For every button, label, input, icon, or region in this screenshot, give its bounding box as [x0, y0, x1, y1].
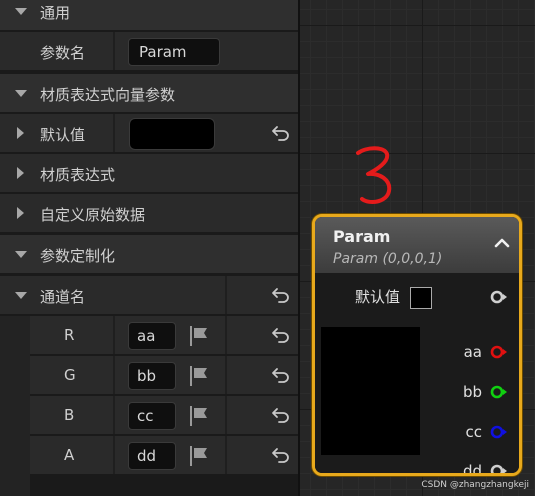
- default-value-pin-label: 默认值: [355, 288, 401, 306]
- channel-label: R: [64, 326, 75, 344]
- channel-row-r: R aa: [30, 316, 298, 356]
- category-vector-parameter[interactable]: 材质表达式向量参数: [0, 74, 298, 114]
- expand-triangle-icon[interactable]: [17, 167, 24, 179]
- channel-name-input[interactable]: cc: [128, 402, 176, 430]
- output-pin-a-icon[interactable]: [490, 463, 508, 476]
- column-divider[interactable]: [225, 276, 227, 314]
- category-label: 材质表达式: [40, 166, 116, 184]
- vector-parameter-node[interactable]: Param Param (0,0,0,1) 默认值 aa bb cc dd: [312, 214, 522, 476]
- node-title: Param: [333, 227, 391, 246]
- column-divider[interactable]: [225, 396, 227, 434]
- category-parameter-customization[interactable]: 参数定制化: [0, 235, 298, 275]
- output-label: dd: [462, 462, 482, 476]
- channel-name-input[interactable]: bb: [128, 362, 176, 390]
- reset-to-default-icon[interactable]: [271, 367, 291, 383]
- category-custom-primitive-data[interactable]: 自定义原始数据: [0, 194, 298, 234]
- reset-to-default-icon[interactable]: [271, 447, 291, 463]
- handwritten-annotation: [356, 146, 392, 205]
- collapse-triangle-icon[interactable]: [15, 251, 27, 258]
- reset-to-default-icon[interactable]: [271, 407, 291, 423]
- details-panel: 通用 参数名 Param 材质表达式向量参数 默认值 材质表达式 自定义原始数据…: [0, 0, 300, 496]
- reset-to-default-icon[interactable]: [271, 125, 291, 141]
- category-general[interactable]: 通用: [0, 0, 298, 32]
- column-divider[interactable]: [113, 32, 115, 70]
- param-name-input[interactable]: Param: [128, 38, 220, 66]
- node-body: 默认值 aa bb cc dd: [315, 273, 519, 473]
- category-label: 自定义原始数据: [40, 206, 146, 224]
- output-label: bb: [462, 383, 482, 401]
- channel-name-input[interactable]: dd: [128, 442, 176, 470]
- watermark-text: CSDN @zhangzhangkeji: [421, 480, 529, 490]
- column-divider[interactable]: [113, 114, 115, 152]
- reset-to-default-icon[interactable]: [271, 287, 291, 303]
- node-subtitle: Param (0,0,0,1): [333, 251, 443, 267]
- category-material-expression[interactable]: 材质表达式: [0, 154, 298, 194]
- node-preview-thumbnail: [321, 327, 420, 455]
- param-name-row: 参数名 Param: [0, 32, 298, 72]
- column-divider[interactable]: [225, 436, 227, 474]
- expand-triangle-icon[interactable]: [17, 127, 24, 139]
- output-pin-b-icon[interactable]: [490, 424, 508, 440]
- column-divider[interactable]: [113, 356, 115, 394]
- override-flag-icon[interactable]: [188, 445, 210, 467]
- output-label: aa: [463, 343, 482, 361]
- channel-row-b: B cc: [30, 396, 298, 436]
- collapse-chevron-icon[interactable]: [494, 235, 510, 251]
- param-name-label: 参数名: [40, 44, 86, 62]
- expand-triangle-icon[interactable]: [17, 207, 24, 219]
- channel-label: B: [64, 406, 75, 424]
- collapse-triangle-icon[interactable]: [15, 90, 27, 97]
- output-label: cc: [465, 423, 483, 441]
- output-pin-rgba-icon[interactable]: [490, 289, 508, 305]
- category-label: 材质表达式向量参数: [40, 86, 176, 104]
- default-value-label: 默认值: [40, 126, 86, 144]
- default-color-swatch[interactable]: [129, 118, 215, 150]
- column-divider[interactable]: [225, 356, 227, 394]
- node-header[interactable]: Param Param (0,0,0,1): [315, 217, 519, 273]
- override-flag-icon[interactable]: [188, 325, 210, 347]
- output-pin-g-icon[interactable]: [490, 384, 508, 400]
- output-pin-r-icon[interactable]: [490, 344, 508, 360]
- channel-name-input[interactable]: aa: [128, 322, 176, 350]
- indent-gutter: [0, 316, 30, 496]
- category-label: 参数定制化: [40, 247, 116, 265]
- override-flag-icon[interactable]: [188, 365, 210, 387]
- default-color-swatch[interactable]: [410, 287, 432, 309]
- channel-row-g: G bb: [30, 356, 298, 396]
- category-label: 通用: [40, 4, 71, 22]
- override-flag-icon[interactable]: [188, 405, 210, 427]
- collapse-triangle-icon[interactable]: [15, 8, 27, 15]
- default-value-row: 默认值: [0, 114, 298, 154]
- column-divider[interactable]: [113, 396, 115, 434]
- column-divider[interactable]: [225, 316, 227, 354]
- channel-label: G: [64, 366, 76, 384]
- collapse-triangle-icon[interactable]: [15, 292, 27, 299]
- channel-names-label: 通道名: [40, 288, 86, 306]
- reset-to-default-icon[interactable]: [271, 327, 291, 343]
- channel-names-row: 通道名: [0, 276, 298, 316]
- column-divider[interactable]: [113, 316, 115, 354]
- channel-row-a: A dd: [30, 436, 298, 476]
- column-divider[interactable]: [113, 436, 115, 474]
- channel-label: A: [64, 446, 75, 464]
